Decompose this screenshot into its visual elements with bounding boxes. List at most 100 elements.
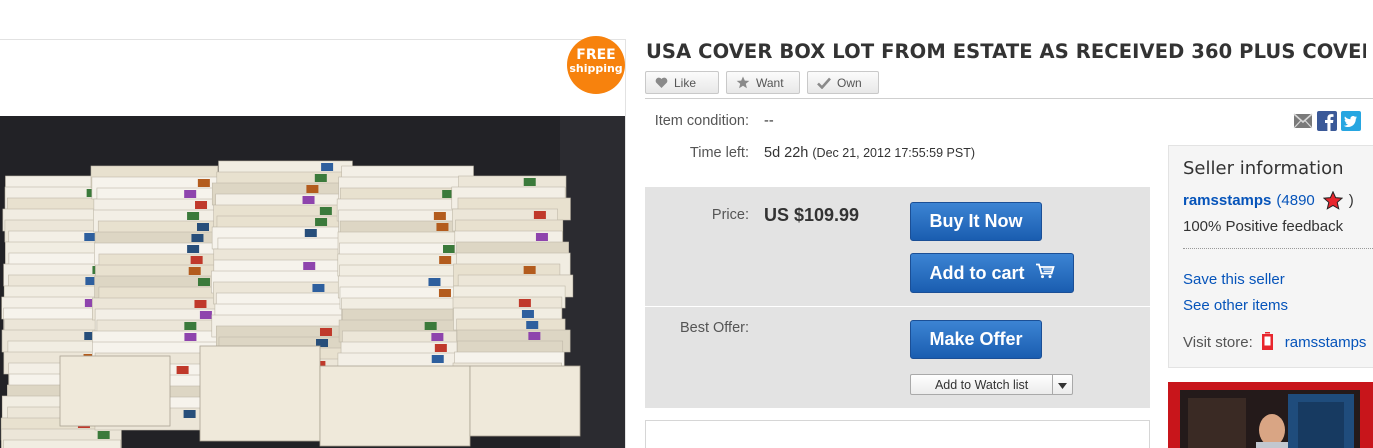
see-other-items-link[interactable]: See other items <box>1183 297 1288 314</box>
stamp <box>436 223 449 231</box>
stamp <box>184 322 197 330</box>
stamp <box>176 366 189 374</box>
stamp <box>196 223 209 231</box>
stamp <box>190 256 203 264</box>
stamp <box>518 299 531 307</box>
stamp <box>191 234 204 242</box>
stamp <box>194 300 207 308</box>
visit-store-row: Visit store: ramsstamps <box>1183 332 1366 352</box>
stamp <box>315 218 328 226</box>
seller-info-heading: Seller information <box>1183 158 1344 179</box>
condition-value: -- <box>764 113 774 129</box>
like-label: Like <box>674 75 697 90</box>
checkmark-icon <box>817 77 831 89</box>
seller-username-link[interactable]: ramsstamps <box>1183 192 1271 209</box>
stamp <box>434 344 447 352</box>
want-label: Want <box>756 75 784 90</box>
price-label: Price: <box>711 207 749 223</box>
stamp <box>319 207 332 215</box>
price-box: Price: US $109.99 Buy It Now Add to cart… <box>645 187 1150 408</box>
ebay-listing-page: FREE shipping USA COVER BOX LOT FROM EST… <box>0 0 1373 448</box>
store-icon <box>1261 332 1275 352</box>
make-offer-label: Make Offer <box>929 329 1023 349</box>
price-value: US $109.99 <box>764 205 860 225</box>
seller-name-row: ramsstamps (4890 ) <box>1183 191 1354 210</box>
feedback-score-link[interactable]: (4890 <box>1276 192 1314 209</box>
free-shipping-badge: FREE shipping <box>567 36 625 94</box>
stamp <box>197 179 210 187</box>
stamp <box>528 332 541 340</box>
time-left-value: 5d 22h (Dec 21, 2012 17:55:59 PST) <box>764 145 975 161</box>
want-button[interactable]: Want <box>726 71 800 94</box>
time-left-label: Time left: <box>689 145 749 161</box>
price-box-divider <box>645 306 1150 307</box>
like-button[interactable]: Like <box>645 71 719 94</box>
envelope-front <box>319 365 471 447</box>
stamp <box>431 355 444 363</box>
buy-it-now-label: Buy It Now <box>929 211 1023 231</box>
visit-store-label: Visit store: <box>1183 333 1253 351</box>
product-photo-covers <box>0 116 625 448</box>
stamp <box>526 321 539 329</box>
stamp <box>195 201 208 209</box>
stamp <box>431 333 444 341</box>
own-button[interactable]: Own <box>807 71 879 94</box>
stamp <box>438 289 451 297</box>
add-to-cart-label: Add to cart <box>929 262 1025 283</box>
make-offer-button[interactable]: Make Offer <box>910 320 1042 359</box>
listing-title: USA COVER BOX LOT FROM ESTATE AS RECEIVE… <box>646 40 1366 63</box>
add-to-watch-list-button[interactable]: Add to Watch list <box>910 374 1073 395</box>
caret-down-icon <box>1058 378 1068 392</box>
stamp <box>521 310 534 318</box>
free-label: FREE <box>576 47 616 63</box>
store-name-link[interactable]: ramsstamps <box>1285 334 1367 351</box>
stamp <box>199 311 212 319</box>
watch-list-dropdown[interactable] <box>1052 375 1072 394</box>
buy-it-now-button[interactable]: Buy It Now <box>910 202 1042 241</box>
advertisement[interactable] <box>1168 382 1373 448</box>
product-photo[interactable] <box>0 116 625 448</box>
save-seller-link[interactable]: Save this seller <box>1183 271 1285 288</box>
envelope-pile <box>0 160 581 448</box>
stamp <box>187 245 200 253</box>
title-divider <box>645 98 1373 99</box>
envelope-front <box>59 355 171 427</box>
stamp <box>303 262 316 270</box>
stamp <box>314 174 327 182</box>
stamp <box>306 185 319 193</box>
facebook-icon[interactable] <box>1317 111 1337 131</box>
stamp <box>187 212 200 220</box>
stamp <box>84 233 97 241</box>
stamp <box>424 322 437 330</box>
own-label: Own <box>837 75 862 90</box>
twitter-icon[interactable] <box>1341 111 1361 131</box>
stamp <box>533 211 546 219</box>
envelope-front <box>469 365 581 437</box>
stamp <box>523 178 536 186</box>
add-to-cart-button[interactable]: Add to cart <box>910 253 1074 293</box>
stamp <box>428 278 441 286</box>
shipping-label: shipping <box>569 62 623 75</box>
cart-icon <box>1035 263 1055 284</box>
envelope-front <box>199 345 321 442</box>
stamp <box>443 245 456 253</box>
stamp <box>302 196 315 204</box>
stamp <box>97 431 110 439</box>
stamp <box>188 267 201 275</box>
stamp <box>312 284 325 292</box>
stamp <box>319 328 332 336</box>
stamp <box>184 190 197 198</box>
stamp <box>523 266 536 274</box>
seller-info-panel: Seller information ramsstamps (4890 ) 10… <box>1168 145 1373 368</box>
time-left-end-date: (Dec 21, 2012 17:55:59 PST) <box>812 146 975 160</box>
star-icon <box>736 76 750 89</box>
stamp <box>439 256 452 264</box>
heart-icon <box>655 77 668 89</box>
stamp <box>304 229 317 237</box>
watch-list-label: Add to Watch list <box>934 377 1029 392</box>
email-icon[interactable] <box>1293 111 1313 131</box>
stamp <box>183 410 196 418</box>
time-left-remaining: 5d 22h <box>764 145 809 161</box>
stamp <box>184 333 197 341</box>
lower-info-box <box>645 420 1150 448</box>
